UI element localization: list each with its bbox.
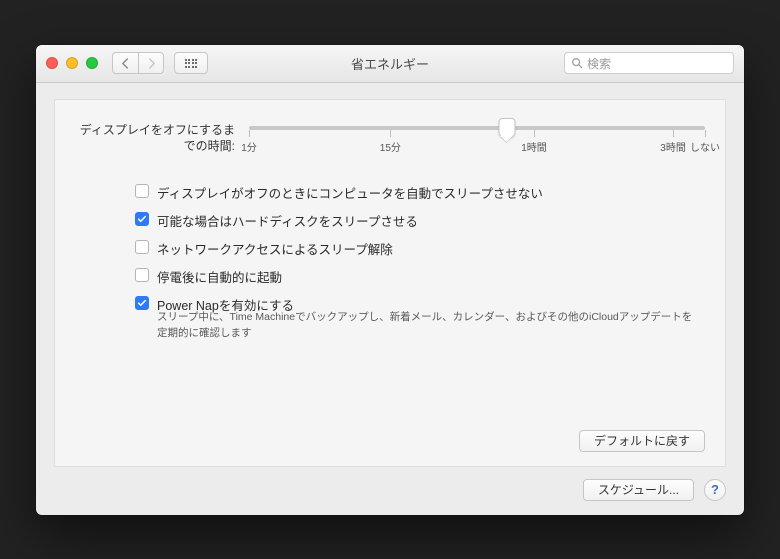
- checkbox-row[interactable]: 停電後に自動的に起動: [135, 267, 705, 286]
- display-sleep-row: ディスプレイをオフにするまでの時間: 1分15分1時間3時間しない: [75, 122, 705, 156]
- options-list: ディスプレイがオフのときにコンピュータを自動でスリープさせない可能な場合はハード…: [135, 183, 705, 314]
- help-button[interactable]: ?: [704, 479, 726, 501]
- checkbox-row[interactable]: 可能な場合はハードディスクをスリープさせる: [135, 211, 705, 230]
- tick-label: 1分: [241, 139, 257, 154]
- tick-label: 1時間: [521, 139, 547, 154]
- checkbox-row[interactable]: ディスプレイがオフのときにコンピュータを自動でスリープさせない: [135, 183, 705, 202]
- power-nap-description: スリープ中に、Time Machineでバックアップし、新着メール、カレンダー、…: [157, 310, 697, 342]
- checkbox[interactable]: [135, 268, 149, 282]
- nav-segmented: [112, 52, 164, 74]
- tick-label: 3時間: [660, 139, 686, 154]
- checkbox[interactable]: [135, 240, 149, 254]
- forward-button[interactable]: [138, 52, 164, 74]
- search-field[interactable]: 検索: [564, 52, 734, 74]
- checkbox[interactable]: [135, 296, 149, 310]
- titlebar: 省エネルギー 検索: [36, 45, 744, 83]
- footer: スケジュール... ?: [36, 479, 744, 515]
- zoom-button[interactable]: [86, 57, 98, 69]
- show-all-button[interactable]: [174, 52, 208, 74]
- display-sleep-slider[interactable]: 1分15分1時間3時間しない: [249, 122, 705, 153]
- close-button[interactable]: [46, 57, 58, 69]
- tick-label: 15分: [380, 139, 401, 154]
- restore-defaults-button[interactable]: デフォルトに戻す: [579, 430, 705, 452]
- checkbox-label: 停電後に自動的に起動: [157, 267, 282, 286]
- minimize-button[interactable]: [66, 57, 78, 69]
- search-icon: [571, 57, 583, 69]
- checkbox[interactable]: [135, 184, 149, 198]
- checkbox-label: ディスプレイがオフのときにコンピュータを自動でスリープさせない: [157, 183, 543, 202]
- schedule-button[interactable]: スケジュール...: [583, 479, 694, 501]
- energy-saver-window: 省エネルギー 検索 ディスプレイをオフにするまでの時間: 1分 15分 1時間 3時間…: [36, 45, 744, 515]
- content-panel: ディスプレイをオフにするまでの時間: 1分 15分 1時間 3時間しない ディスプレイ…: [54, 99, 726, 467]
- search-placeholder: 検索: [587, 55, 611, 72]
- checkbox-label: ネットワークアクセスによるスリープ解除: [157, 239, 393, 258]
- checkbox-row[interactable]: ネットワークアクセスによるスリープ解除: [135, 239, 705, 258]
- checkbox-label: 可能な場合はハードディスクをスリープさせる: [157, 211, 418, 230]
- slider-label: ディスプレイをオフにするまでの時間:: [75, 122, 235, 156]
- grid-icon: [185, 59, 198, 68]
- traffic-lights: [46, 57, 98, 69]
- tick-label: しない: [690, 139, 720, 154]
- slider-thumb[interactable]: [498, 118, 515, 138]
- checkbox[interactable]: [135, 212, 149, 226]
- back-button[interactable]: [112, 52, 138, 74]
